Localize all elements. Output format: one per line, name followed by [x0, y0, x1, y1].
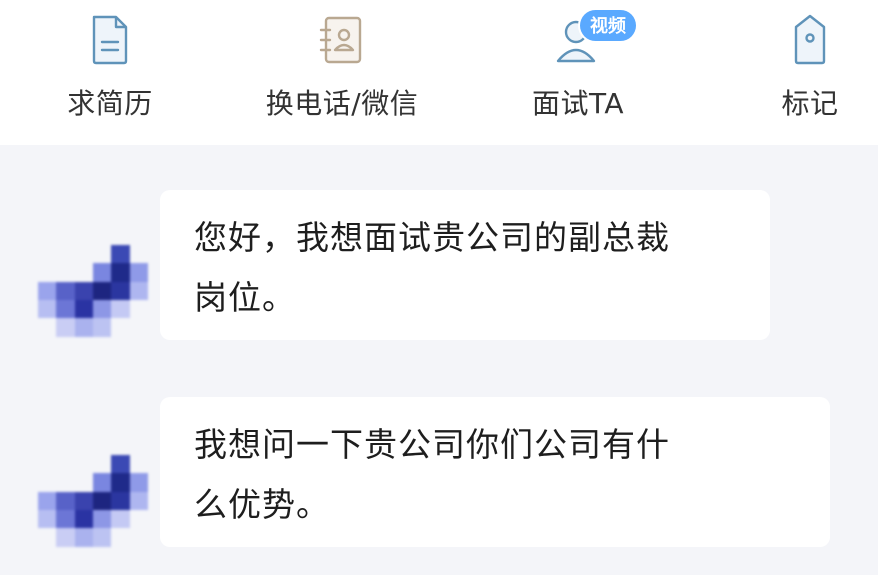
chat-area: 您好，我想面试贵公司的副总裁 岗位。 我想问一下贵公司你们公司有什 么优势。 — [0, 145, 878, 575]
message-text-line: 我想问一下贵公司你们公司有什 — [194, 425, 670, 464]
message-text-line: 岗位。 — [194, 278, 296, 317]
action-toolbar: 求简历 换电话/微信 视频 面试TA 标记 — [0, 0, 878, 145]
person-icon: 视频 — [550, 10, 636, 68]
tag-icon — [782, 12, 838, 68]
mark-label: 标记 — [781, 87, 839, 120]
contact-card-icon — [314, 12, 370, 68]
message-text-line: 您好，我想面试贵公司的副总裁 — [194, 218, 670, 257]
message-text-line: 么优势。 — [194, 485, 330, 524]
avatar[interactable] — [38, 245, 148, 355]
video-badge: 视频 — [580, 10, 636, 41]
mark-button[interactable]: 标记 — [710, 0, 878, 145]
interview-label: 面试TA — [531, 87, 625, 120]
message-bubble: 我想问一下贵公司你们公司有什 么优势。 — [160, 397, 830, 547]
resume-icon — [82, 12, 138, 68]
interview-button[interactable]: 视频 面试TA — [478, 0, 678, 145]
request-resume-button[interactable]: 求简历 — [10, 0, 210, 145]
exchange-contact-button[interactable]: 换电话/微信 — [242, 0, 442, 145]
message-bubble: 您好，我想面试贵公司的副总裁 岗位。 — [160, 190, 770, 340]
exchange-contact-label: 换电话/微信 — [265, 87, 419, 120]
request-resume-label: 求简历 — [67, 87, 153, 120]
avatar[interactable] — [38, 455, 148, 565]
